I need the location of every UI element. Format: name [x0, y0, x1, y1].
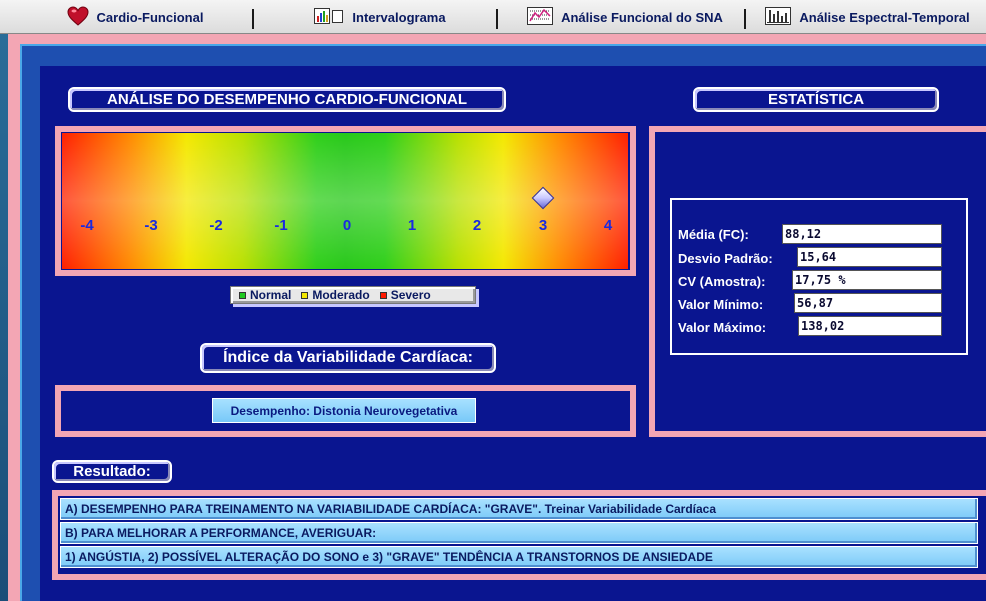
tab-analise-espectral-temporal[interactable]: Análise Espectral-Temporal [760, 6, 975, 28]
tab-separator [744, 9, 746, 29]
scale-tick: -3 [144, 217, 158, 234]
stat-value-media: 88,12 [782, 224, 942, 244]
stat-row-minimo: Valor Mínimo: [678, 294, 763, 314]
legend-swatch [379, 291, 387, 299]
tab-label: Cardio-Funcional [96, 9, 204, 25]
legend-item-normal: Normal [239, 288, 291, 302]
stat-row-media: Média (FC): [678, 224, 749, 244]
tab-cardio-funcional[interactable]: Cardio-Funcional [60, 5, 210, 29]
stat-label: Valor Máximo: [678, 319, 767, 335]
legend-swatch [239, 291, 246, 299]
stat-value-maximo: 138,02 [798, 316, 942, 336]
scale-tick: 0 [342, 217, 352, 234]
spectrum-icon [527, 6, 554, 28]
legend-item-severo: Severo [379, 288, 431, 302]
tab-separator [496, 9, 498, 29]
legend-label: Moderado [312, 288, 370, 302]
performance-scale: -4 -3 -2 -1 0 1 2 3 4 [62, 133, 628, 269]
result-line-b: B) PARA MELHORAR A PERFORMANCE, AVERIGUA… [60, 522, 978, 544]
heart-icon [67, 5, 89, 29]
scale-tick: 1 [407, 217, 417, 234]
result-line-c: 1) ANGÚSTIA, 2) POSSÍVEL ALTERAÇÃO DO SO… [60, 546, 978, 568]
stat-label: Valor Mínimo: [678, 296, 764, 312]
scale-tick: -1 [274, 217, 288, 234]
tab-intervalograma[interactable]: Intervalograma [300, 6, 460, 28]
statistics-panel: Média (FC): 88,12 Desvio Padrão: 15,64 C… [670, 198, 968, 355]
legend-swatch [301, 291, 309, 299]
tab-bar: Cardio-Funcional Intervalograma Análise … [0, 0, 986, 34]
stat-label: Desvio Padrão: [678, 250, 773, 266]
spectral-bars-icon [765, 6, 792, 28]
scale-tick: 3 [538, 217, 548, 234]
legend-label: Severo [390, 288, 431, 302]
tab-label: Intervalograma [352, 9, 446, 25]
stat-row-desvio: Desvio Padrão: [678, 248, 773, 268]
scale-tick: -2 [209, 217, 223, 234]
scale-tick: 4 [603, 217, 613, 234]
variability-index-title: Índice da Variabilidade Cardíaca: [200, 343, 496, 373]
scale-tick: -4 [80, 217, 94, 234]
statistics-section-title: ESTATÍSTICA [693, 87, 939, 112]
bar-chart-icon [314, 7, 344, 27]
stat-row-cv: CV (Amostra): [678, 271, 765, 291]
result-line-a: A) DESEMPENHO PARA TREINAMENTO NA VARIAB… [60, 498, 978, 520]
legend-label: Normal [250, 288, 292, 302]
legend-item-moderado: Moderado [301, 288, 370, 302]
tab-label: Análise Espectral-Temporal [799, 9, 970, 25]
tab-analise-funcional-sna[interactable]: Análise Funcional do SNA [520, 6, 730, 28]
performance-label: Desempenho: Distonia Neurovegetativa [212, 398, 476, 423]
scale-legend: Normal Moderado Severo [230, 286, 476, 304]
stat-value-minimo: 56,87 [794, 293, 942, 313]
scale-tick: 2 [472, 217, 482, 234]
results-title: Resultado: [52, 460, 172, 483]
tab-separator [252, 9, 254, 29]
stat-value-cv: 17,75 % [792, 270, 942, 290]
stat-label: CV (Amostra): [678, 273, 766, 289]
stat-label: Média (FC): [678, 226, 749, 242]
tab-label: Análise Funcional do SNA [561, 9, 723, 25]
stat-row-maximo: Valor Máximo: [678, 317, 766, 337]
stat-value-desvio: 15,64 [797, 247, 942, 267]
performance-section-title: ANÁLISE DO DESEMPENHO CARDIO-FUNCIONAL [68, 87, 506, 112]
